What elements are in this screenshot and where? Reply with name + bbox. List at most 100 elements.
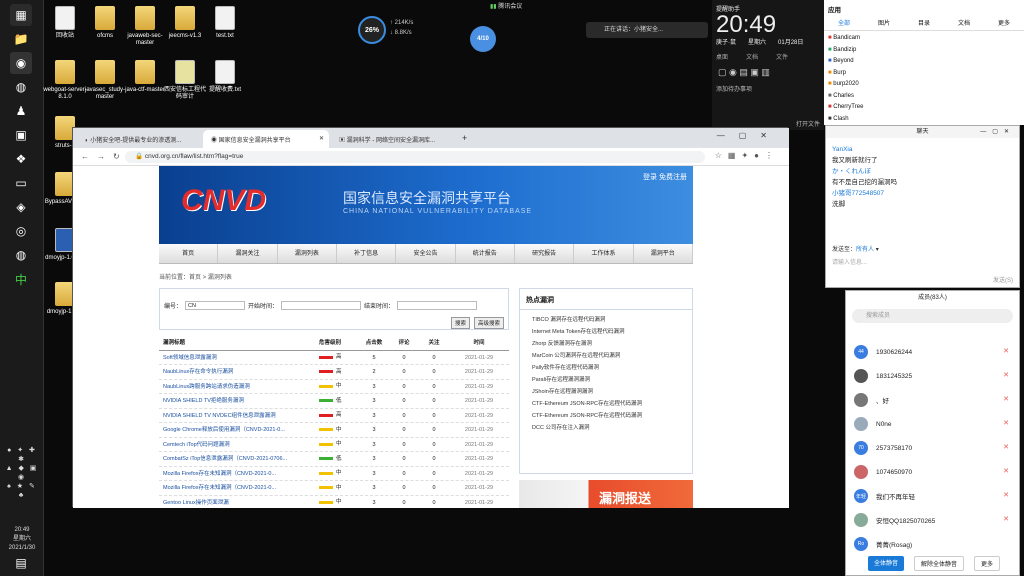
vuln-title-link[interactable]: NaubLinux存在命令执行漏洞	[159, 365, 319, 379]
member-item[interactable]: 1831245325	[854, 369, 912, 383]
member-item[interactable]: 1074650970	[854, 465, 912, 479]
login-link[interactable]: 登录	[643, 174, 657, 181]
send-to-select[interactable]: 所有人	[856, 247, 874, 253]
terminal-icon[interactable]: ▭	[10, 172, 32, 194]
meeting-icon[interactable]: ▣	[10, 124, 32, 146]
clock-toolbar[interactable]: ▢ ◉ ▤ ▣ ▥	[712, 67, 824, 78]
browser-tab-active[interactable]: ◉ 国家信息安全漏洞共享平台 ✕	[203, 130, 329, 148]
hot-vuln-item[interactable]: Parali存在远程漏洞漏洞	[520, 374, 692, 386]
game-icon[interactable]: 中	[10, 268, 32, 290]
table-row[interactable]: Mozilla Firefox存在未知漏洞（CNVD-2021-0... 中 3…	[159, 467, 509, 481]
close-tab-icon[interactable]: ✕	[319, 135, 324, 142]
unmute-all-button[interactable]: 解除全体静音	[914, 556, 965, 571]
hot-vuln-item[interactable]: TIBCO 漏洞存在远程代码漏洞	[520, 314, 692, 326]
member-item[interactable]: 、好	[854, 393, 889, 407]
desktop-icon[interactable]: 提醒收费.txt	[202, 60, 248, 94]
search-button[interactable]: 搜索	[450, 317, 470, 329]
member-item[interactable]: N0ne	[854, 417, 892, 431]
add-todo-link[interactable]: 添加待办事项	[712, 78, 824, 99]
vuln-title-link[interactable]: NVIDIA SHIELD TV拒绝服务漏洞	[159, 394, 319, 408]
browser-icon[interactable]: ◎	[10, 220, 32, 242]
app-item[interactable]: ■ Bandicam	[828, 33, 1020, 45]
float-badge[interactable]: 4/10	[470, 26, 496, 52]
app-item[interactable]: ■ CherryTree	[828, 102, 1020, 114]
mic-muted-icon[interactable]: ✕	[1003, 443, 1009, 451]
clock-tab[interactable]: 桌面	[716, 52, 728, 61]
vuln-title-link[interactable]: Mozilla Firefox存在未知漏洞（CNVD-2021-0...	[159, 481, 319, 495]
nav-item[interactable]: 漏洞平台	[634, 244, 693, 263]
app-tab-images[interactable]: 图片	[878, 18, 890, 27]
nav-item[interactable]: 工作体系	[574, 244, 634, 263]
hot-vuln-item[interactable]: Pally软件存在远程代码漏洞	[520, 362, 692, 374]
hot-vuln-item[interactable]: Internet Meta Token存在远程代码漏洞	[520, 326, 692, 338]
app-tab-folders[interactable]: 目录	[918, 18, 930, 27]
table-row[interactable]: Gentoo Linux操作页面泄漏 中 3 0 0 2021-01-29	[159, 496, 509, 509]
table-row[interactable]: NaubLinux存在命令执行漏洞 高 2 0 0 2021-01-29	[159, 365, 509, 380]
chrome-icon[interactable]: ◉	[10, 52, 32, 74]
vuln-title-link[interactable]: NVIDIA SHIELD TV NVDEC组件信息泄露漏洞	[159, 409, 319, 423]
vuln-title-link[interactable]: Gentoo Linux操作页面泄漏	[159, 496, 319, 509]
app-item[interactable]: ■ burp2020	[828, 79, 1020, 91]
mute-all-button[interactable]: 全体静音	[868, 556, 905, 571]
clock-tab[interactable]: 文档	[746, 52, 758, 61]
window-controls[interactable]: —▢✕	[980, 126, 1015, 138]
member-item[interactable]: 安恒QQ1825070265	[854, 513, 935, 527]
vuln-title-link[interactable]: CombatSz iTop信息泄露漏洞（CNVD-2021-0706...	[159, 452, 319, 466]
nav-buttons[interactable]: ←→↻	[81, 152, 128, 161]
clock-tab[interactable]: 文件	[776, 52, 788, 61]
table-row[interactable]: NVIDIA SHIELD TV NVDEC组件信息泄露漏洞 高 3 0 0 2…	[159, 409, 509, 423]
report-banner[interactable]: 漏洞报送	[519, 480, 693, 508]
vuln-title-link[interactable]: NaubLinux跨服务跨站请求伪造漏洞	[159, 380, 319, 394]
qq-icon[interactable]: ♟	[10, 100, 32, 122]
nav-home[interactable]: 首页	[159, 244, 219, 263]
mic-muted-icon[interactable]: ✕	[1003, 395, 1009, 403]
meeting-bar[interactable]: ▮▮ 腾讯会议	[490, 1, 522, 10]
taskbar-time[interactable]: 20:49	[2, 526, 42, 535]
hot-vuln-item[interactable]: Zhorp 反馈漏洞存在漏洞	[520, 338, 692, 350]
member-item[interactable]: 年轻 我们不再年轻	[854, 489, 915, 503]
desktop-icon[interactable]: test.txt	[202, 6, 248, 40]
vuln-title-link[interactable]: Google Chrome释放后使用漏洞（CNVD-2021-0...	[159, 423, 319, 437]
app-item[interactable]: ■ Bandizip	[828, 45, 1020, 57]
new-tab-button[interactable]: +	[459, 130, 475, 148]
tool-icon[interactable]: ◈	[10, 196, 32, 218]
member-item[interactable]: 70 2573758170	[854, 441, 912, 455]
end-date-input[interactable]	[397, 301, 478, 310]
nav-item[interactable]: 漏洞关注	[218, 244, 278, 263]
more-button[interactable]: 更多	[974, 556, 1001, 571]
mic-muted-icon[interactable]: ✕	[1003, 371, 1009, 379]
browser-toolbar-icons[interactable]: ☆▦✦●⋮	[715, 151, 779, 160]
mic-muted-icon[interactable]: ✕	[1003, 347, 1009, 355]
browser-tab[interactable]: ◐ 小猪安全吧-提供最专业的渗透测...	[77, 130, 201, 148]
advanced-search-button[interactable]: 高级搜索	[473, 317, 504, 329]
cnvd-id-input[interactable]: CN	[185, 301, 246, 310]
window-controls[interactable]: —▢✕	[717, 131, 781, 140]
table-row[interactable]: Soft领域信息泄露漏洞 高 5 0 0 2021-01-29	[159, 351, 509, 365]
mic-muted-icon[interactable]: ✕	[1003, 491, 1009, 499]
app-item[interactable]: ■ Burp	[828, 68, 1020, 80]
member-item[interactable]: Ro 菁菁(Rosag)	[854, 537, 912, 551]
hot-vuln-item[interactable]: CTF-Ethereum JSON-RPC存在远程代码漏洞	[520, 398, 692, 410]
browser-tab[interactable]: ▣ 漏洞科学 - 网络空间安全漏洞库...	[331, 130, 455, 148]
vuln-title-link[interactable]: Mozilla Firefox存在未知漏洞（CNVD-2021-0...	[159, 467, 319, 481]
app-item[interactable]: ■ Beyond	[828, 56, 1020, 68]
app-tab-more[interactable]: 更多	[998, 18, 1010, 27]
send-button[interactable]: 发送(S)	[993, 275, 1013, 284]
app-icon[interactable]: ❖	[10, 148, 32, 170]
url-field[interactable]: 🔒 cnvd.org.cn/flaw/list.htm?flag=true	[125, 151, 705, 163]
start-icon[interactable]: ▦	[10, 4, 32, 26]
app-item[interactable]: ■ Clash	[828, 114, 1020, 126]
vuln-title-link[interactable]: Cemtech iTop代码问题漏洞	[159, 438, 319, 452]
vuln-title-link[interactable]: Soft领域信息泄露漏洞	[159, 351, 319, 365]
app-tab-docs[interactable]: 文档	[958, 18, 970, 27]
notification-icon[interactable]: ▤	[10, 552, 32, 574]
member-search-input[interactable]: 搜索成员	[852, 309, 1013, 323]
table-row[interactable]: NVIDIA SHIELD TV拒绝服务漏洞 低 3 0 0 2021-01-2…	[159, 394, 509, 409]
open-file-link[interactable]: 打开文件	[796, 119, 820, 128]
table-row[interactable]: Cemtech iTop代码问题漏洞 中 3 0 0 2021-01-29	[159, 438, 509, 452]
start-date-input[interactable]	[281, 301, 362, 310]
net-speed-meter[interactable]: 26%	[358, 16, 386, 44]
mic-muted-icon[interactable]: ✕	[1003, 419, 1009, 427]
nav-item[interactable]: 补丁信息	[337, 244, 397, 263]
firefox-icon[interactable]: ◍	[10, 76, 32, 98]
